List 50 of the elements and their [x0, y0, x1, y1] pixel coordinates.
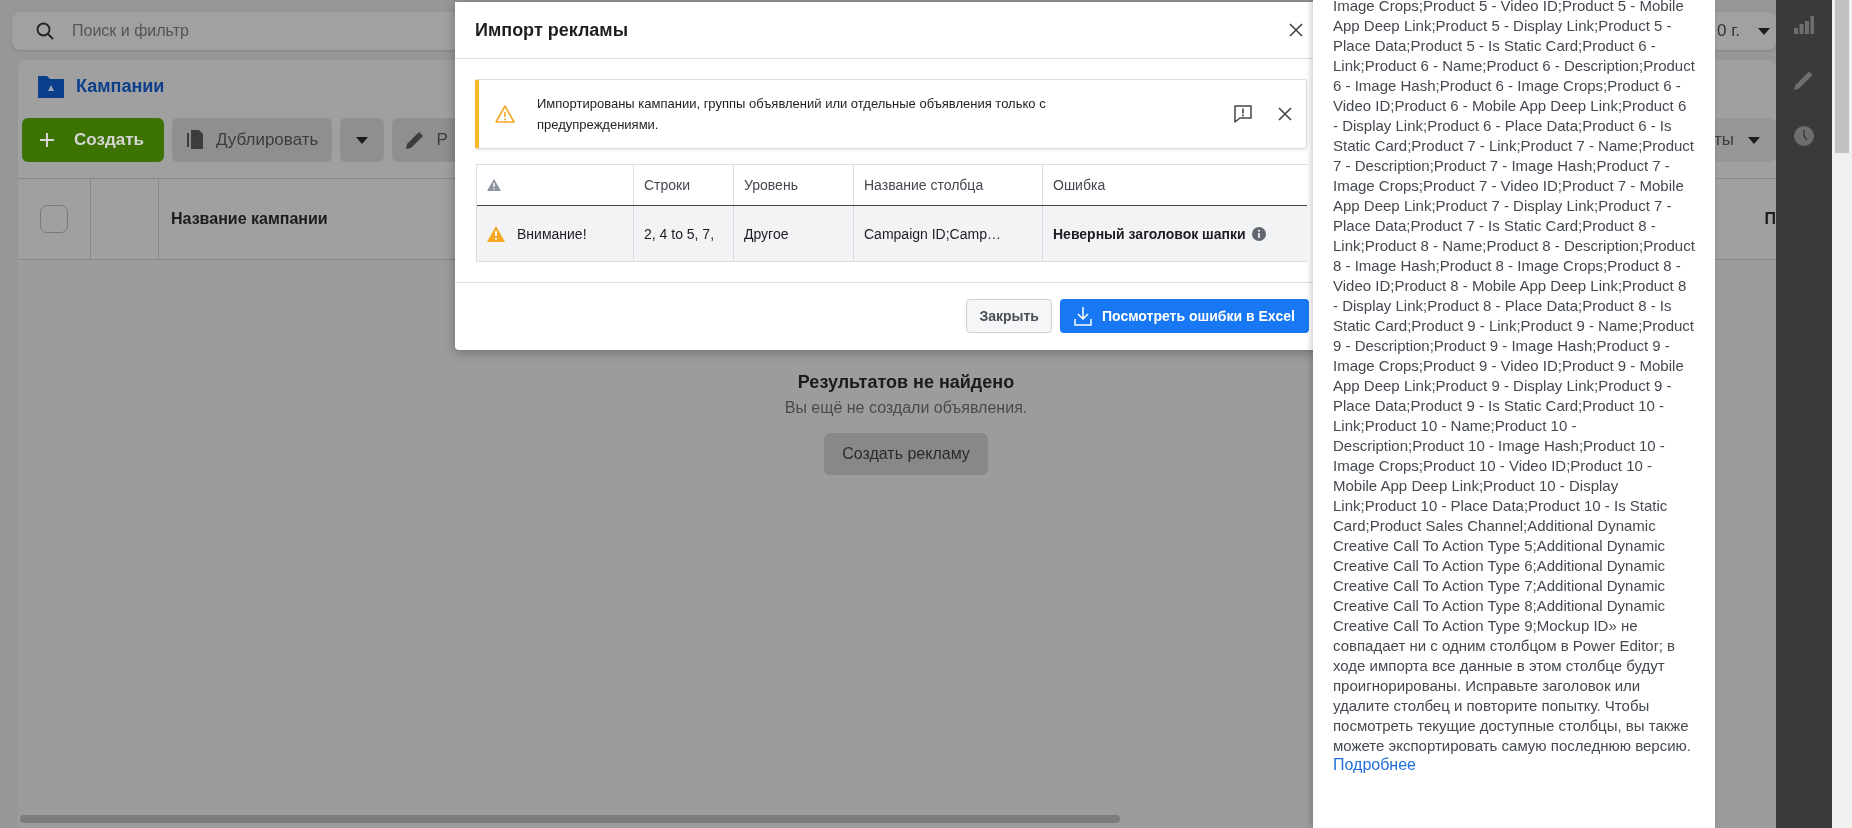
- tab-title[interactable]: Кампании: [76, 75, 165, 97]
- folder-icon: [38, 74, 64, 98]
- view-errors-button[interactable]: Посмотреть ошибки в Excel: [1060, 299, 1309, 333]
- caret-icon: [1758, 27, 1770, 35]
- caret-icon: [1748, 136, 1760, 144]
- column-header[interactable]: Ошибка: [1043, 165, 1307, 205]
- dropdown-button[interactable]: [340, 118, 385, 162]
- checkbox[interactable]: [40, 205, 68, 233]
- close-button[interactable]: Закрыть: [966, 299, 1052, 333]
- pencil-icon[interactable]: [1794, 70, 1814, 90]
- close-icon: [1278, 107, 1292, 121]
- search-icon: [36, 22, 54, 40]
- create-ad-button[interactable]: Создать рекламу: [824, 433, 988, 475]
- warning-icon: [487, 225, 505, 242]
- dialog-title: Импорт рекламы: [475, 19, 630, 41]
- feedback-button[interactable]: [1234, 105, 1252, 123]
- empty-title: Результатов не найдено: [797, 372, 1015, 393]
- column-header[interactable]: Уровень: [734, 165, 854, 205]
- column-header[interactable]: Строки: [634, 165, 734, 205]
- info-icon: [1251, 226, 1266, 241]
- close-button[interactable]: [1289, 23, 1303, 37]
- copy-icon: [185, 130, 204, 150]
- more-link[interactable]: Подробнее: [1333, 756, 1416, 774]
- warning-icon: [487, 179, 501, 191]
- scrollbar-thumb[interactable]: [1835, 0, 1849, 153]
- table-cell: Campaign ID;Camp…: [854, 206, 1043, 261]
- error-text: Неверный заголовок шапки: [1053, 225, 1246, 242]
- empty-subtitle: Вы ещё не создали объявления.: [784, 399, 1028, 417]
- feedback-icon: [1234, 105, 1252, 123]
- column-header[interactable]: Название столбца: [854, 165, 1043, 205]
- close-icon: [1289, 23, 1303, 37]
- duplicate-button[interactable]: Дублировать: [171, 118, 333, 162]
- banner-text: Импортированы кампании, группы объявлений или отдельные объявления только с предупреждениями.: [537, 95, 1047, 134]
- scrollbar-thumb[interactable]: [20, 815, 1120, 823]
- clock-icon[interactable]: [1794, 126, 1814, 146]
- caret-icon: [356, 136, 369, 144]
- tooltip-text: Image Crops;Product 5 - Video ID;Product 5 - Mobile App Deep Link;Product 5 - Display Link;Product 5 - Place Data;Product 5 - Is Static Card;Product 6 - Link;Product 6 - Name;Product 6 - Description;Product 6 - Image Hash;Product 6 - Image Crops;Product 6 - Video ID;Product 6 - Mobile App Deep Link;Product 6 - Display Link;Product 6 - Place Data;Product 6 - Is Static Card;Product 7 - Link;Product 7 - Name;Product 7 - Description;Product 7 - Image Hash;Product 7 - Image Crops;Product 7 - Video ID;Product 7 - Mobile App Deep Link;Product 7 - Display Link;Product 7 - Place Data;Product 7 - Is Static Card;Product 8 - Link;Product 8 - Name;Product 8 - Description;Product 8 - Image Hash;Product 8 - Image Crops;Product 8 - Video ID;Product 8 - Mobile App Deep Link;Product 8 - Display Link;Product 8 - Place Data;Product 8 - Is Static Card;Product 9 - Link;Product 9 - Name;Product 9 - Description;Product 9 - Image Hash;Product 9 - Image Crops;Product 9 - Video ID;Product 9 - Mobile App Deep Link;Product 9 - Display Link;Product 9 - Place Data;Product 9 - Is Static Card;Product 10 - Link;Product 10 - Name;Product 10 - Description;Product 10 - Image Hash;Product 10 - Image Crops;Product 10 - Video ID;Product 10 - Mobile App Deep Link;Product 10 - Display Link;Product 10 - Place Data;Product 10 - Is Static Card;Product Sales Channel;Additional Dynamic Creative Call To Action Type 5;Additional Dynamic Creative Call To Action Type 6;Additional Dynamic Creative Call To Action Type 7;Additional Dynamic Creative Call To Action Type 8;Additional Dynamic Creative Call To Action Type 9;Mockup ID» не совпадает ни с одним столбцом в Power Editor; в ходе импорта все данные в этом столбце будут проигнорированы. Исправьте заголовок или удалите столбец и повторите попытку. Чтобы посмотреть текущие доступные столбцы, вы также можете экспортировать самую последнюю версию.: [1333, 0, 1695, 756]
- date-range-text[interactable]: 0 г.: [1716, 21, 1740, 41]
- column-header[interactable]: П: [1752, 179, 1776, 259]
- status-text: Внимание!: [517, 225, 587, 242]
- table-cell: 2, 4 to 5, 7,: [634, 206, 734, 261]
- download-icon: [1074, 306, 1092, 326]
- bar-chart-icon[interactable]: [1794, 16, 1814, 34]
- plus-icon: [40, 133, 54, 147]
- create-button[interactable]: Создать: [22, 118, 164, 162]
- warning-icon: [495, 105, 515, 123]
- close-button[interactable]: [1278, 107, 1292, 121]
- search-field[interactable]: Поиск и фильтр: [72, 22, 472, 40]
- pencil-icon: [406, 131, 425, 149]
- table-cell: Другое: [734, 206, 854, 261]
